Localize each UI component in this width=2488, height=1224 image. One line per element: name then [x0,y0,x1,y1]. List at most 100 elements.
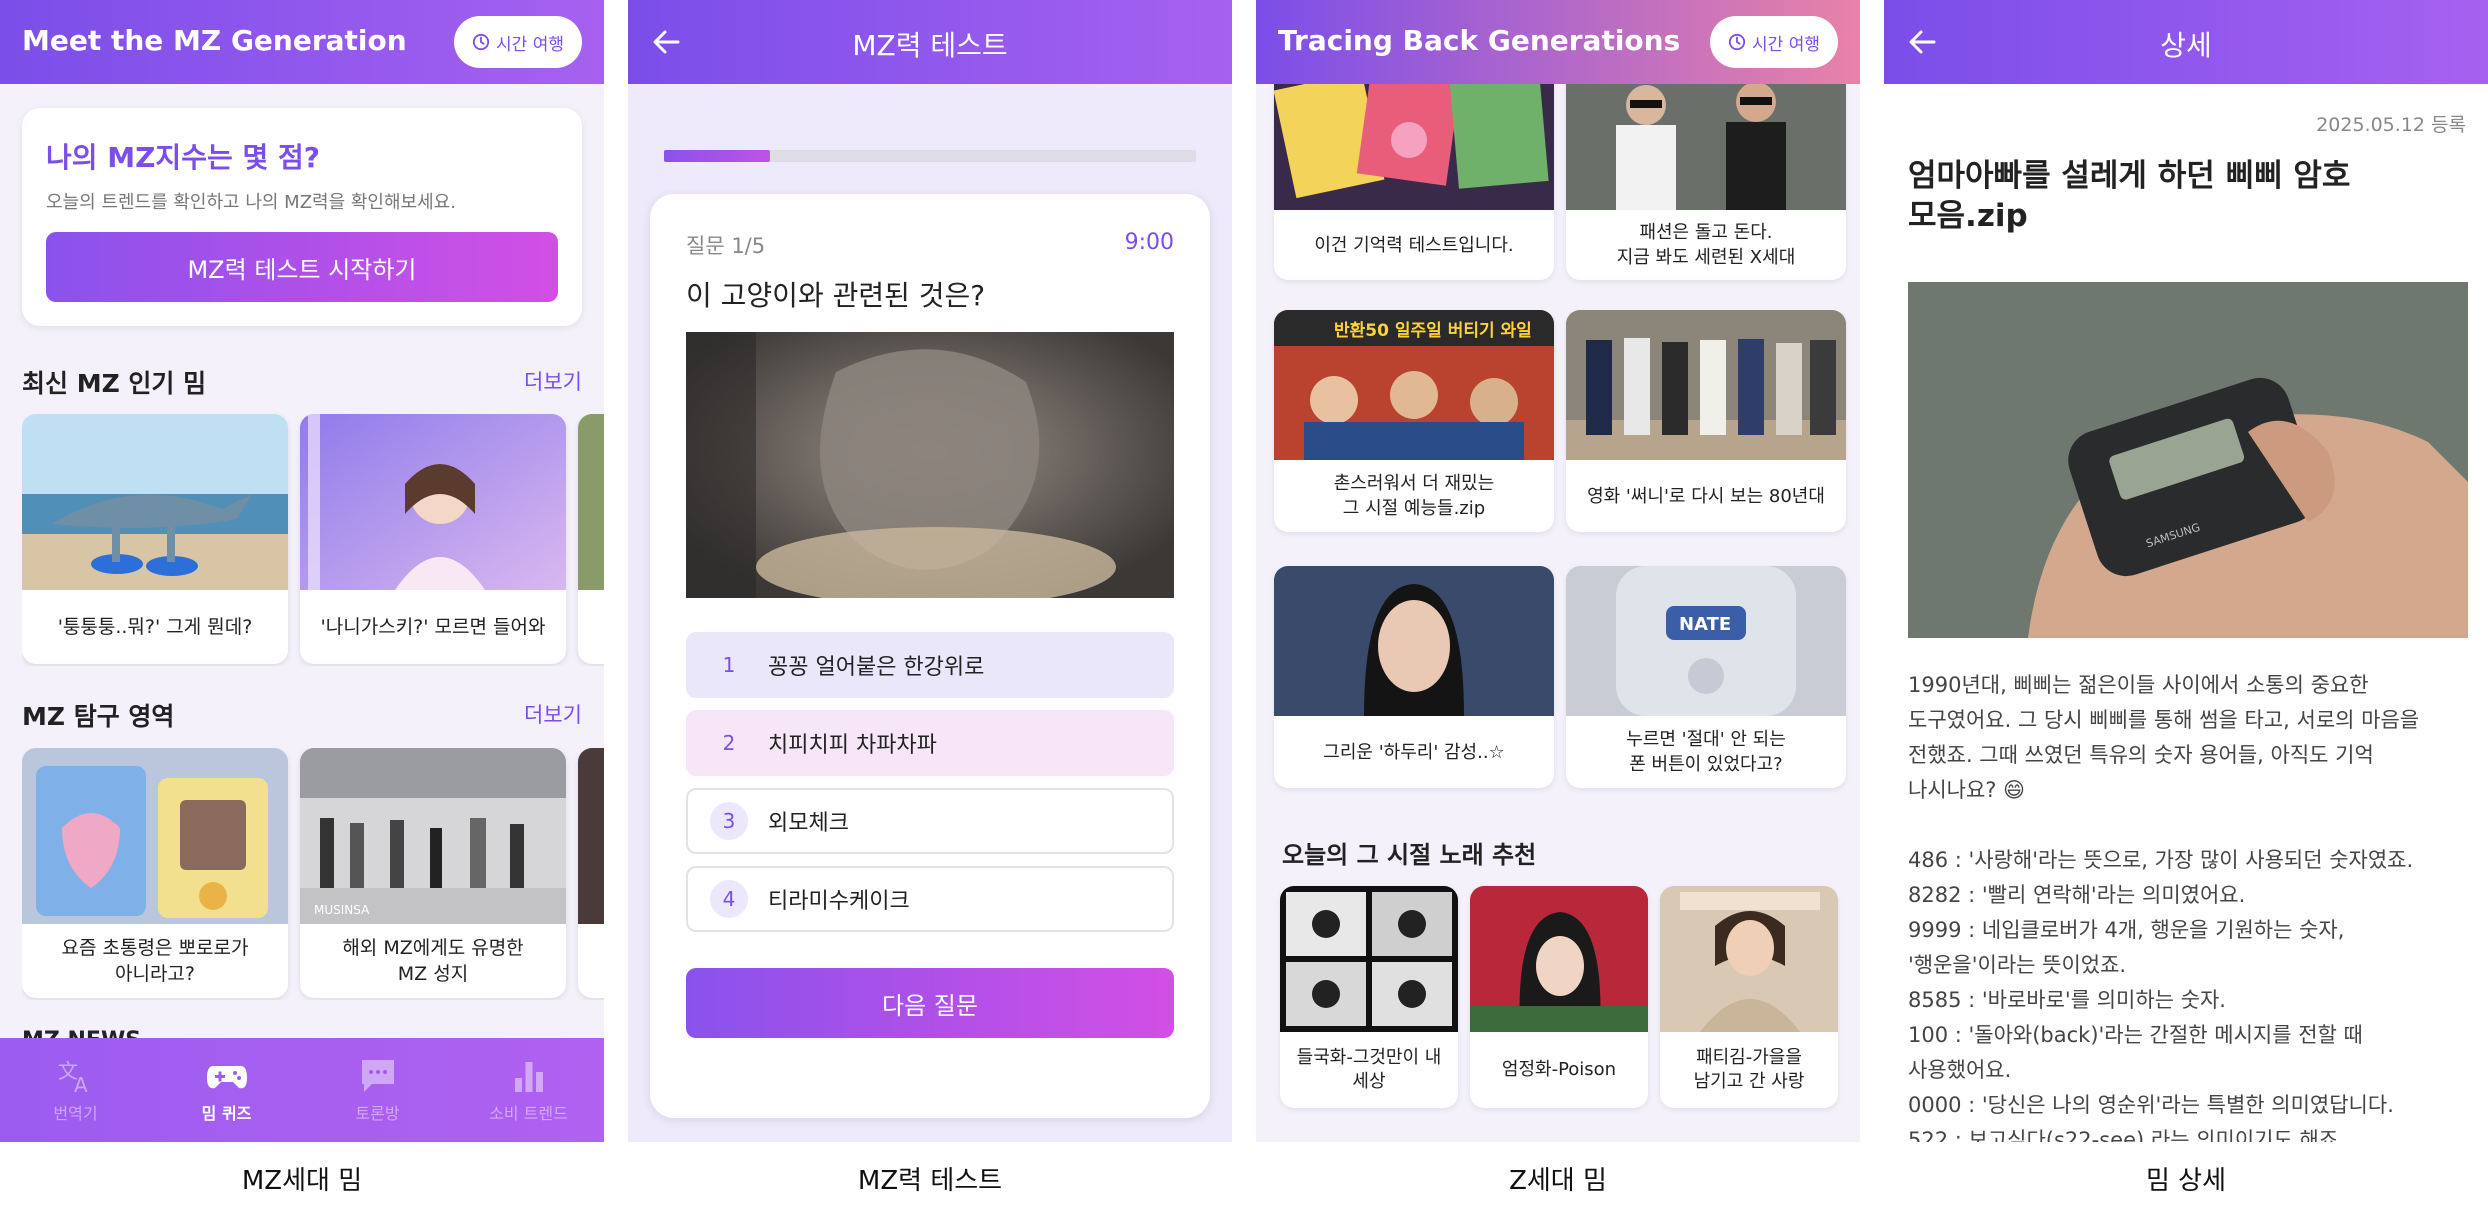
variety-show-image: 반환50 일주일 버티기 와일 [1274,310,1554,460]
hero-title: 나의 MZ지수는 몇 점? [46,141,320,174]
explore-image [578,748,604,924]
nav-discussion[interactable]: 토론방 [302,1038,453,1142]
quiz-option-1[interactable]: 1 꽁꽁 얼어붙은 한강위로 [686,632,1174,698]
hadoori-webcam-image [1274,566,1554,716]
caption-screen-3: Z세대 밈 [1509,1166,1607,1196]
quiz-progress-fill [664,150,771,162]
retro-card[interactable]: NATE 누르면 '절대' 안 되는 폰 버튼이 있었다고? [1566,566,1846,788]
option-label: 꽁꽁 얼어붙은 한강위로 [768,655,985,680]
caption-screen-1: MZ세대 밈 [241,1166,363,1196]
retro-caption: 패션은 돌고 돈다. 지금 봐도 세련된 X세대 [1616,222,1796,268]
meme-caption: '나니가스키?' 모르면 들어와 [320,616,546,638]
explore-caption: 요즘 초통령은 뽀로로가 아니라고? [61,937,249,985]
song-caption: 엄정화-Poison [1501,1059,1617,1080]
explore-card[interactable]: MUSINSA 해외 MZ에게도 유명한 MZ 성지 [300,748,566,998]
more-link-explore[interactable]: 더보기 [524,699,582,729]
nav-meme-quiz[interactable]: 밈 퀴즈 [151,1038,302,1142]
app-title: MZ력 테스트 [852,29,1008,62]
quiz-option-3[interactable]: 3 외모체크 [686,788,1174,854]
pager-image: SAMSUNG [1908,282,2468,638]
explore-card[interactable] [578,748,604,998]
album-cover-image [1470,886,1648,1032]
app-bar: 상세 [1884,0,2488,84]
store-crowd-image: MUSINSA [300,748,566,924]
explore-caption: 해외 MZ에게도 유명한 MZ 성지 [342,937,524,985]
caption-screen-4: 밈 상세 [2145,1166,2227,1196]
quiz-option-4[interactable]: 4 티라미수케이크 [686,866,1174,932]
movie-sunny-image [1566,310,1846,460]
screen-mz-test: MZ력 테스트 질문 1/5 9:00 이 고양이와 관련된 것은? 1 꽁꽁 … [628,0,1232,1142]
time-travel-button[interactable]: 시간 여행 [454,16,582,68]
meme-caption: '퉁퉁퉁..뭐?' 그게 뭔데? [57,616,253,638]
retro-card[interactable]: 패션은 돌고 돈다. 지금 봐도 세련된 X세대 [1566,60,1846,280]
nav-label: 번역기 [53,1104,98,1123]
song-card[interactable]: 엄정화-Poison [1470,886,1648,1108]
retro-caption: 영화 '써니'로 다시 보는 80년대 [1587,485,1825,507]
time-travel-label: 시간 여행 [1752,34,1820,55]
variety-show-banner: 반환50 일주일 버티기 와일 [1334,321,1532,341]
photocard-binder-image [22,748,288,924]
question-count: 질문 1/5 [686,234,766,258]
next-question-button[interactable]: 다음 질문 [686,968,1174,1038]
nav-consumer-trend[interactable]: 소비 트렌드 [453,1038,604,1142]
clock-icon [472,33,490,51]
section-title-explore: MZ 탐구 영역 [22,702,175,731]
retro-card[interactable]: 반환50 일주일 버티기 와일 촌스러워서 더 재밌는 그 시절 예능들.zip [1274,310,1554,532]
translate-icon: 文A [58,1059,88,1096]
more-link-popular[interactable]: 더보기 [524,366,582,396]
nav-label: 소비 트렌드 [489,1104,568,1123]
section-title-popular: 최신 MZ 인기 밈 [22,369,207,398]
song-caption: 패티김-가을을 남기고 간 사랑 [1693,1047,1805,1092]
caption-screen-2: MZ력 테스트 [857,1166,1003,1196]
explore-card[interactable]: 요즘 초통령은 뽀로로가 아니라고? [22,748,288,998]
retro-card[interactable]: 이건 기억력 테스트입니다. [1274,60,1554,280]
clock-icon [1728,33,1746,51]
songs-section-title: 오늘의 그 시절 노래 추천 [1282,841,1537,869]
popular-meme-list[interactable]: '퉁퉁퉁..뭐?' 그게 뭔데? '나니가스키?' 모르면 들어와 [22,414,604,666]
song-card[interactable]: 들국화-그것만이 내 세상 [1280,886,1458,1108]
retro-caption: 그리운 '하두리' 감성..☆ [1323,741,1505,763]
post-date: 2025.05.12 등록 [2316,114,2466,136]
idol-singer-image [300,414,566,590]
explore-list[interactable]: 요즘 초통령은 뽀로로가 아니라고? MUSINSA 해외 MZ에게도 유명한 … [22,748,604,1000]
question-timer: 9:00 [1124,230,1174,255]
question-text: 이 고양이와 관련된 것은? [686,279,986,312]
screen-mz-meme: Meet the MZ Generation 시간 여행 나의 MZ지수는 몇 … [0,0,604,1142]
meme-card[interactable] [578,414,604,664]
retro-card[interactable]: 그리운 '하두리' 감성..☆ [1274,566,1554,788]
nate-phone-image: NATE [1566,566,1846,716]
quiz-progress-bar [664,150,1196,162]
store-watermark: MUSINSA [314,903,370,917]
app-bar: MZ력 테스트 [628,0,1232,84]
song-card[interactable]: 패티김-가을을 남기고 간 사랑 [1660,886,1838,1108]
start-test-button[interactable]: MZ력 테스트 시작하기 [46,232,558,302]
retro-card[interactable]: 영화 '써니'로 다시 보는 80년대 [1566,310,1846,532]
mz-score-card: 나의 MZ지수는 몇 점? 오늘의 트렌드를 확인하고 나의 MZ력을 확인해보… [22,108,582,326]
time-travel-label: 시간 여행 [496,34,564,55]
app-title: 상세 [2160,29,2212,62]
option-label: 외모체크 [768,811,849,836]
option-number: 3 [710,802,748,840]
retro-caption: 이건 기억력 테스트입니다. [1314,234,1514,256]
app-bar: Meet the MZ Generation 시간 여행 [0,0,604,84]
song-caption: 들국화-그것만이 내 세상 [1296,1047,1442,1092]
post-title: 엄마아빠를 설레게 하던 삐삐 암호 모음.zip [1908,158,2351,234]
meme-card[interactable]: '나니가스키?' 모르면 들어와 [300,414,566,664]
bar-chart-icon [514,1062,543,1092]
retro-caption: 누르면 '절대' 안 되는 폰 버튼이 있었다고? [1626,729,1786,775]
svg-text:A: A [74,1073,88,1096]
bottom-navigation: 文A 번역기 밈 퀴즈 토론방 소비 트렌드 [0,1038,604,1142]
album-cover-image [1660,886,1838,1032]
option-number: 2 [722,731,736,755]
gamepad-icon [206,1066,247,1089]
meme-image [578,414,604,590]
time-travel-button[interactable]: 시간 여행 [1710,16,1838,68]
screen-z-meme: 이건 기억력 테스트입니다. 패션은 돌고 돈다. 지금 봐도 세련된 X세대 … [1256,0,1860,1142]
quiz-option-2[interactable]: 2 치피치피 차파차파 [686,710,1174,776]
option-label: 티라미수케이크 [768,889,910,914]
nav-translator[interactable]: 文A 번역기 [0,1038,151,1142]
quiz-card: 질문 1/5 9:00 이 고양이와 관련된 것은? 1 꽁꽁 얼어붙은 한강위… [650,194,1210,1118]
retro-caption: 촌스러워서 더 재밌는 그 시절 예능들.zip [1333,473,1495,519]
screen-meme-detail: 상세 2025.05.12 등록 엄마아빠를 설레게 하던 삐삐 암호 모음.z… [1884,0,2488,1142]
meme-card[interactable]: '퉁퉁퉁..뭐?' 그게 뭔데? [22,414,288,664]
